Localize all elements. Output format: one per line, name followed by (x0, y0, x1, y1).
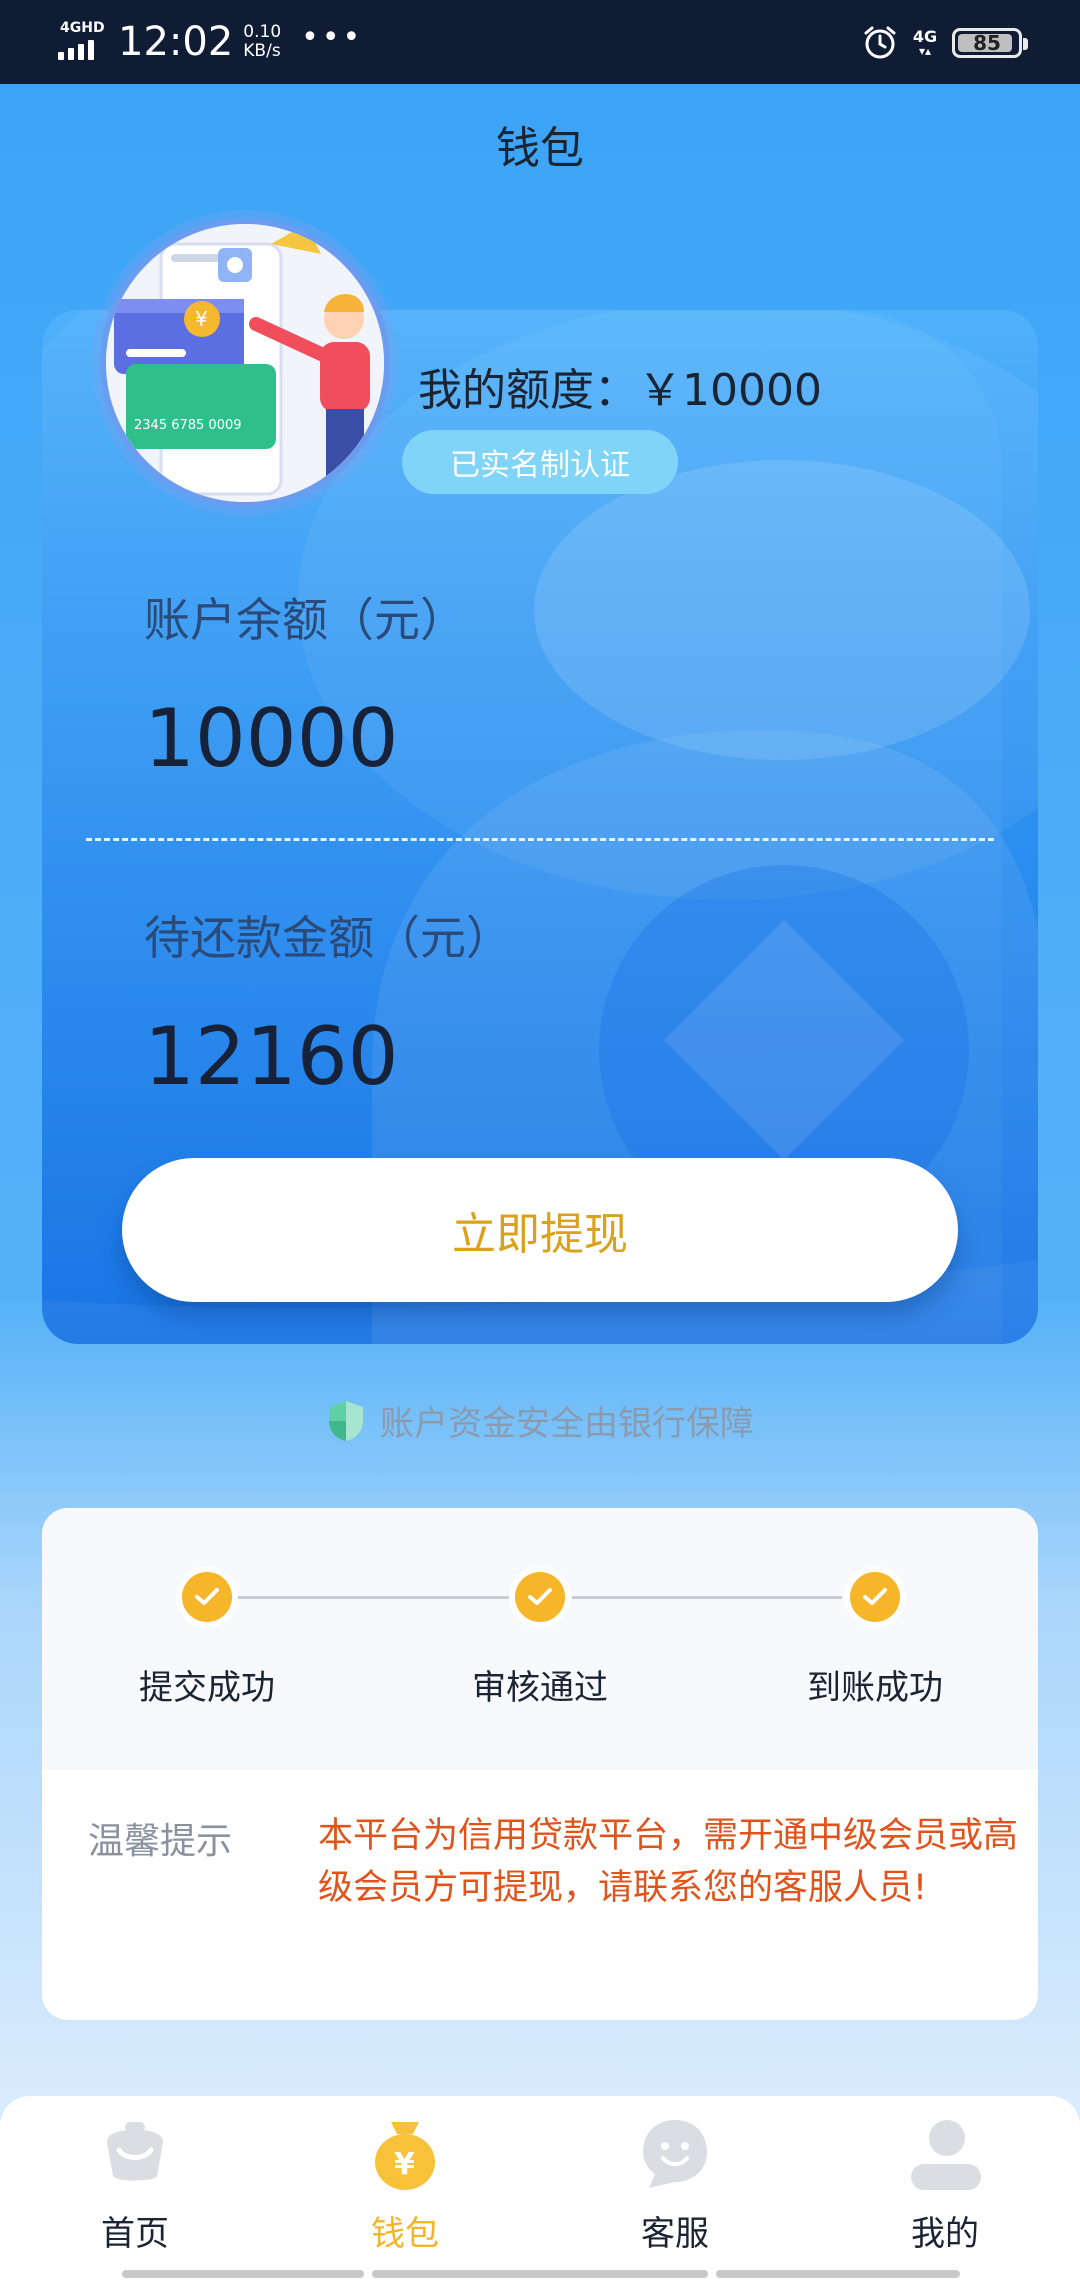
quota-value: ￥10000 (638, 365, 822, 416)
battery-level: 85 (973, 31, 1001, 55)
nav-label-service: 客服 (641, 2214, 709, 2254)
withdraw-status-panel: 提交成功 审核通过 到账成功 温馨提示 本平台为信用贷款平台，需开通中级会员或高… (42, 1508, 1038, 2020)
status-bar: 4GHD 12:02 0.10 KB/s ••• 4G ▾▴ 85 (0, 0, 1080, 84)
more-notifications-icon: ••• (301, 19, 364, 55)
check-icon (182, 1572, 232, 1622)
verified-badge: 已实名制认证 (402, 430, 678, 494)
svg-text:2345 6785 0009: 2345 6785 0009 (134, 418, 242, 433)
due-amount-value: 12160 (144, 1010, 399, 1103)
nav-item-service[interactable]: 客服 (585, 2114, 765, 2264)
net-speed-value: 0.10 (243, 22, 282, 42)
page-title: 钱包 (496, 123, 584, 174)
step-label-approved: 审核通过 (472, 1668, 608, 1708)
step-connector (572, 1596, 842, 1599)
net-speed: 0.10 KB/s (243, 23, 281, 61)
customer-service-icon (643, 2120, 707, 2188)
battery-icon: 85 (952, 28, 1028, 58)
nav-item-home[interactable]: 首页 (45, 2114, 225, 2264)
credit-quota: 我的额度：￥10000 (418, 354, 822, 418)
quota-label: 我的额度： (418, 365, 638, 416)
home-icon (107, 2122, 163, 2181)
security-note-text: 账户资金安全由银行保障 (380, 1404, 754, 1444)
bottom-nav: 首页 ¥ 钱包 客服 我的 (0, 2096, 1080, 2280)
status-time: 12:02 (118, 19, 234, 65)
nav-label-profile: 我的 (911, 2214, 979, 2254)
step-connector (237, 1596, 517, 1599)
wallet-illustration: 2345 6785 0009 ¥ (100, 218, 390, 508)
nav-label-home: 首页 (101, 2214, 169, 2254)
profile-icon (911, 2120, 981, 2190)
withdraw-button[interactable]: 立即提现 (122, 1158, 958, 1302)
balance-value: 10000 (144, 692, 399, 785)
signal-label: 4GHD (60, 20, 105, 36)
shield-icon (329, 1400, 363, 1441)
step-label-received: 到账成功 (807, 1668, 943, 1708)
gesture-bar (716, 2270, 960, 2278)
net-speed-unit: KB/s (243, 41, 281, 61)
gesture-bar (122, 2270, 364, 2278)
svg-text:¥: ¥ (394, 2147, 415, 2182)
check-icon (515, 1572, 565, 1622)
check-icon (850, 1572, 900, 1622)
nav-item-profile[interactable]: 我的 (855, 2114, 1035, 2264)
network-4g-icon: 4G ▾▴ (910, 27, 940, 58)
signal-icon: 4GHD (58, 20, 106, 64)
progress-steps: 提交成功 审核通过 到账成功 (42, 1508, 1038, 1770)
card-divider (86, 838, 994, 841)
step-label-submitted: 提交成功 (139, 1668, 275, 1708)
balance-label: 账户余额（元） (144, 593, 466, 647)
wallet-icon: ¥ (375, 2122, 435, 2190)
tip-title: 温馨提示 (88, 1821, 233, 1862)
tip-body: 本平台为信用贷款平台，需开通中级会员或高级会员方可提现，请联系您的客服人员! (318, 1816, 1019, 1908)
nav-label-wallet: 钱包 (371, 2214, 439, 2254)
due-amount-label: 待还款金额（元） (144, 911, 512, 965)
alarm-icon (864, 26, 896, 59)
nav-item-wallet[interactable]: ¥ 钱包 (315, 2114, 495, 2264)
security-note: 账户资金安全由银行保障 (0, 1396, 1080, 1445)
gesture-bar (372, 2270, 708, 2278)
svg-text:¥: ¥ (195, 307, 208, 331)
network-label: 4G (912, 27, 938, 46)
